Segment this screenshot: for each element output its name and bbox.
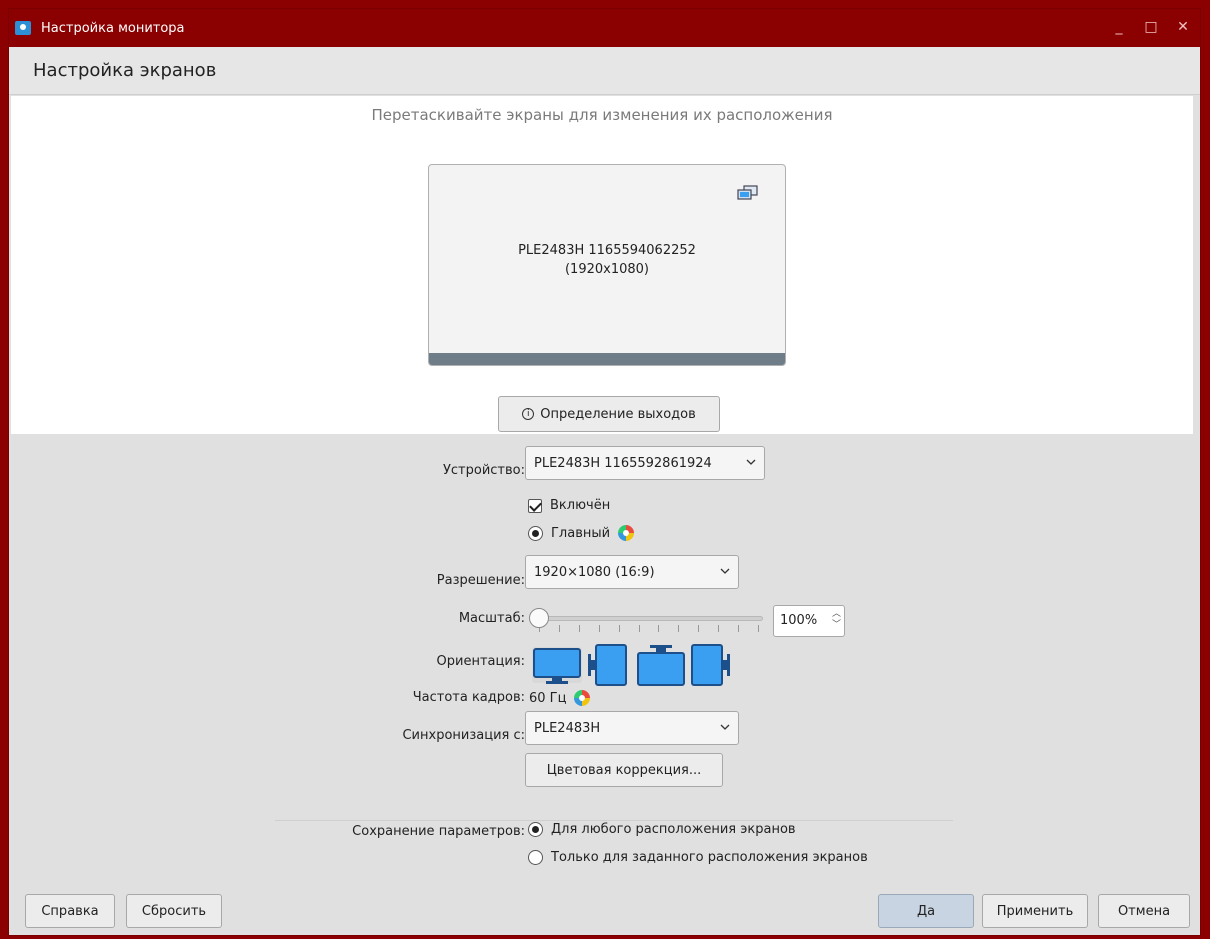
minimize-button[interactable]: _ <box>1112 19 1126 35</box>
save-option-any-radio[interactable] <box>528 822 543 837</box>
orientation-landscape-icon[interactable] <box>532 647 582 684</box>
device-value: PLE2483H 1165592861924 <box>534 455 712 471</box>
info-icon: i <box>522 408 535 420</box>
orientation-group <box>525 641 745 689</box>
primary-toggle[interactable]: Главный <box>528 525 635 541</box>
arrangement-hint: Перетаскивайте экраны для изменения их р… <box>371 106 833 124</box>
scale-slider-handle[interactable] <box>529 608 549 628</box>
scale-spinbox[interactable]: 100% ︿ ﹀ <box>773 605 845 637</box>
identify-outputs-label: Определение выходов <box>540 406 696 422</box>
titlebar: Настройка монитора _ □ ✕ <box>9 9 1200 47</box>
enabled-label: Включён <box>550 498 611 513</box>
primary-radio[interactable] <box>528 525 543 541</box>
monitor-settings-window: Настройка монитора _ □ ✕ Настройка экран… <box>8 8 1201 936</box>
cancel-button[interactable]: Отмена <box>1098 894 1190 928</box>
apply-button[interactable]: Применить <box>982 894 1088 928</box>
window-controls: _ □ ✕ <box>1112 19 1190 35</box>
orientation-label: Ориентация: <box>436 654 525 669</box>
page-title: Настройка экранов <box>33 60 217 81</box>
enabled-toggle[interactable]: Включён <box>528 498 610 513</box>
window-title: Настройка монитора <box>41 20 185 36</box>
save-option-specific-radio[interactable] <box>528 850 543 865</box>
save-option-specific[interactable]: Только для заданного расположения экрано… <box>528 850 868 865</box>
identify-outputs-button[interactable]: i Определение выходов <box>498 396 720 432</box>
scale-value[interactable]: 100% <box>780 613 817 628</box>
resolution-value: 1920×1080 (16:9) <box>534 564 655 580</box>
resolution-combo[interactable]: 1920×1080 (16:9) <box>525 555 739 589</box>
sync-combo[interactable]: PLE2483H <box>525 711 739 745</box>
orientation-portrait-right-icon[interactable] <box>691 644 730 686</box>
screen-card-name: PLE2483H 1165594062252 <box>518 243 696 258</box>
scale-label: Масштаб: <box>458 611 525 626</box>
device-label: Устройство: <box>442 463 525 478</box>
reset-button[interactable]: Сбросить <box>126 894 222 928</box>
screen-card[interactable]: PLE2483H 1165594062252 (1920x1080) <box>428 164 786 366</box>
spin-arrows-icon[interactable]: ︿ ﹀ <box>832 609 841 631</box>
scale-slider-ticks <box>539 625 759 633</box>
save-option-any-label: Для любого расположения экранов <box>551 822 796 837</box>
color-correction-button[interactable]: Цветовая коррекция... <box>525 753 723 787</box>
maximize-button[interactable]: □ <box>1144 19 1158 35</box>
screen-card-resolution: (1920x1080) <box>564 262 649 277</box>
page-header: Настройка экранов <box>9 47 1200 95</box>
help-hint-icon[interactable] <box>574 690 591 706</box>
refresh-value: 60 Гц <box>529 690 567 706</box>
scale-slider[interactable] <box>529 605 765 635</box>
divider <box>275 820 953 821</box>
sync-value: PLE2483H <box>534 720 601 736</box>
chevron-down-icon <box>720 568 730 574</box>
sync-label: Синхронизация с: <box>402 728 525 743</box>
chevron-down-icon <box>746 459 756 465</box>
enabled-checkbox[interactable] <box>528 498 542 513</box>
save-label: Сохранение параметров: <box>352 824 525 839</box>
refresh-row: 60 Гц <box>529 690 591 706</box>
save-option-any[interactable]: Для любого расположения экранов <box>528 822 796 837</box>
screen-arrangement-area: Перетаскивайте экраны для изменения их р… <box>11 96 1193 434</box>
orientation-portrait-left-icon[interactable] <box>588 644 627 686</box>
help-button[interactable]: Справка <box>25 894 115 928</box>
orientation-landscape-flipped-icon[interactable] <box>637 645 685 686</box>
screen-card-label: PLE2483H 1165594062252 (1920x1080) <box>429 241 785 279</box>
scale-slider-track[interactable] <box>537 616 763 621</box>
close-button[interactable]: ✕ <box>1176 19 1190 35</box>
ok-button[interactable]: Да <box>878 894 974 928</box>
save-option-specific-label: Только для заданного расположения экрано… <box>551 850 868 865</box>
primary-label: Главный <box>551 525 611 541</box>
resolution-label: Разрешение: <box>436 573 525 588</box>
chevron-down-icon <box>720 724 730 730</box>
help-hint-icon[interactable] <box>618 525 635 541</box>
refresh-label: Частота кадров: <box>412 690 525 705</box>
device-combo[interactable]: PLE2483H 1165592861924 <box>525 446 765 480</box>
multi-display-icon[interactable] <box>737 185 759 201</box>
screen-card-panel <box>429 353 785 365</box>
display-settings-icon <box>15 21 31 35</box>
